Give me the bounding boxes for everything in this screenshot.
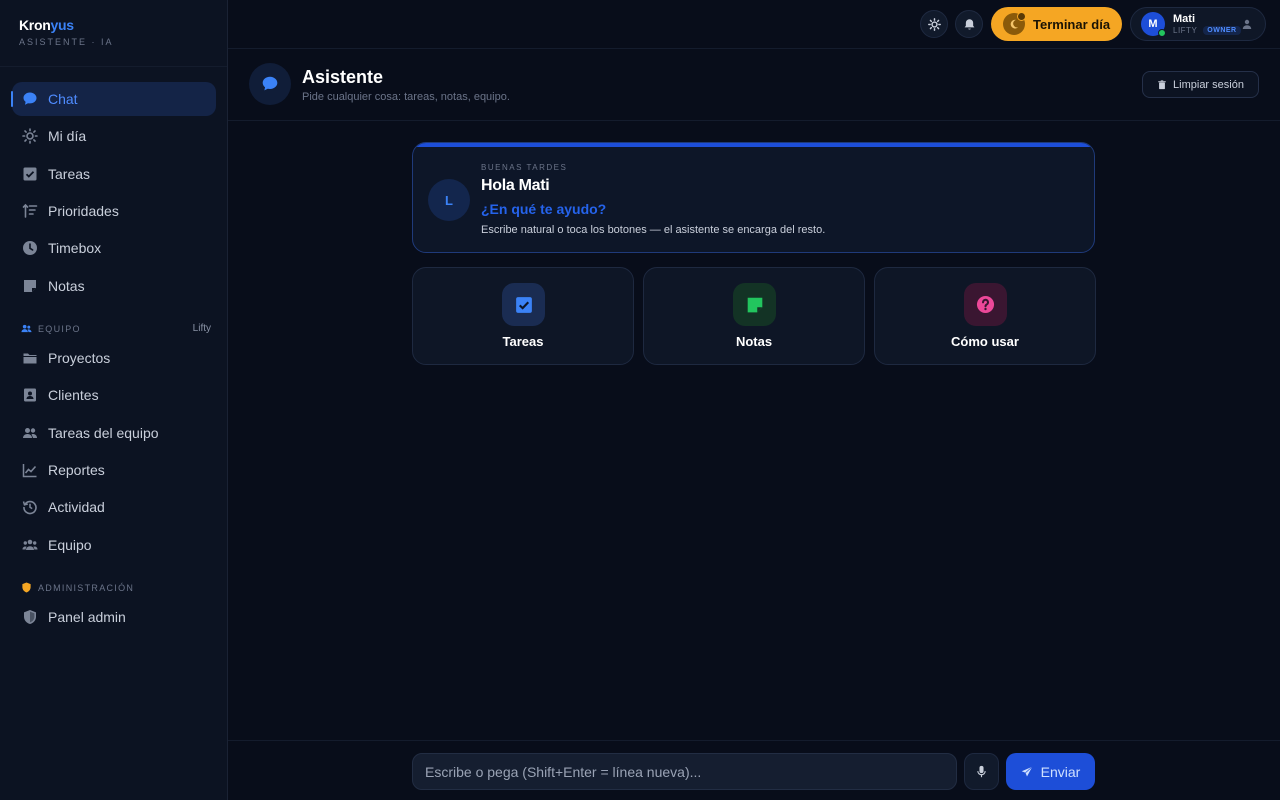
checkbox-icon <box>21 165 39 183</box>
greeting-title: Hola Mati <box>481 177 550 194</box>
sidebar-item-label: Timebox <box>48 240 102 256</box>
avatar: M <box>1141 12 1166 37</box>
quick-action-tareas[interactable]: Tareas <box>412 267 634 365</box>
quick-action-label: Cómo usar <box>951 334 1019 349</box>
composer: Enviar <box>228 740 1280 800</box>
sidebar-item-label: Tareas <box>48 166 91 182</box>
workspace-name: Lifty <box>192 323 211 334</box>
user-name: Mati <box>1173 13 1195 25</box>
section-label: ADMINISTRACIÓN <box>38 582 135 593</box>
chat-icon <box>21 90 39 108</box>
group-icon <box>21 536 39 554</box>
greeting-kicker: BUENAS TARDES <box>481 163 568 172</box>
theme-toggle-button[interactable] <box>920 10 948 38</box>
page-title: Asistente <box>302 67 384 87</box>
brand-logo[interactable]: Kronyus ASISTENTE · IA <box>19 17 114 47</box>
greeting-description: Escribe natural o toca los botones — el … <box>481 224 826 236</box>
chart-icon <box>21 461 39 479</box>
sidebar-item-label: Tareas del equipo <box>48 425 159 441</box>
bell-icon <box>963 18 976 31</box>
note-icon <box>733 283 776 326</box>
clock-icon <box>21 239 39 257</box>
team-icon <box>21 424 39 442</box>
page-subtitle: Pide cualquier cosa: tareas, notas, equi… <box>302 91 510 103</box>
greeting-question: ¿En qué te ayudo? <box>481 201 607 217</box>
brand-name: Kronyus <box>19 17 74 33</box>
sidebar-item-label: Prioridades <box>48 203 119 219</box>
microphone-button[interactable] <box>964 753 999 790</box>
sidebar-item-label: Proyectos <box>48 350 111 366</box>
send-icon <box>1021 765 1033 778</box>
priority-sort-icon <box>21 202 39 220</box>
user-org: LIFTY <box>1173 26 1198 35</box>
quick-action-label: Tareas <box>502 334 544 349</box>
send-button[interactable]: Enviar <box>1006 753 1095 790</box>
sidebar-item-clientes[interactable]: Clientes <box>12 378 216 412</box>
sidebar-item-panel-admin[interactable]: Panel admin <box>12 600 216 634</box>
sidebar: Kronyus ASISTENTE · IA Chat Mi día Tarea… <box>0 0 228 800</box>
sidebar-item-proyectos[interactable]: Proyectos <box>12 341 216 375</box>
admin-section-icon <box>21 582 32 593</box>
shield-icon <box>21 608 39 626</box>
sidebar-item-label: Mi día <box>48 128 87 144</box>
page-header: Asistente Pide cualquier cosa: tareas, n… <box>228 49 1280 121</box>
topbar: Terminar día M Mati LIFTY OWNER <box>228 0 1280 49</box>
chat-icon <box>249 63 291 105</box>
user-info: Mati LIFTY OWNER <box>1173 13 1241 35</box>
sun-icon <box>21 127 39 145</box>
section-equipo: EQUIPO Lifty <box>21 323 211 334</box>
quick-action-como-usar[interactable]: Cómo usar <box>874 267 1096 365</box>
sidebar-item-notas[interactable]: Notas <box>12 269 216 303</box>
microphone-icon <box>975 765 988 778</box>
sidebar-divider <box>0 66 227 67</box>
clear-session-label: Limpiar sesión <box>1173 78 1244 91</box>
quick-action-notas[interactable]: Notas <box>643 267 865 365</box>
section-administracion: ADMINISTRACIÓN <box>21 582 211 593</box>
sidebar-item-tareas-del-equipo[interactable]: Tareas del equipo <box>12 416 216 450</box>
end-day-button[interactable]: Terminar día <box>991 7 1122 41</box>
sidebar-item-label: Chat <box>48 91 78 107</box>
sun-icon <box>927 17 941 31</box>
end-day-label: Terminar día <box>1033 16 1111 32</box>
sidebar-item-reportes[interactable]: Reportes <box>12 453 216 487</box>
sidebar-item-label: Notas <box>48 278 85 294</box>
send-label: Enviar <box>1040 763 1081 780</box>
contacts-icon <box>21 386 39 404</box>
sidebar-item-actividad[interactable]: Actividad <box>12 490 216 524</box>
checkbox-icon <box>502 283 545 326</box>
message-input[interactable] <box>412 753 957 790</box>
quick-action-label: Notas <box>735 334 773 349</box>
note-icon <box>21 277 39 295</box>
sidebar-item-tareas[interactable]: Tareas <box>12 157 216 191</box>
history-icon <box>21 498 39 516</box>
clear-session-button[interactable]: Limpiar sesión <box>1142 71 1259 98</box>
sidebar-item-label: Actividad <box>48 499 105 515</box>
folder-icon <box>21 349 39 367</box>
user-meta: LIFTY OWNER <box>1173 26 1241 35</box>
sidebar-item-label: Equipo <box>48 537 92 553</box>
user-menu[interactable]: M Mati LIFTY OWNER <box>1130 7 1266 41</box>
notifications-button[interactable] <box>955 10 983 38</box>
sidebar-item-equipo[interactable]: Equipo <box>12 528 216 562</box>
assistant-avatar: L <box>428 179 470 221</box>
trash-icon <box>1157 79 1167 90</box>
role-badge: OWNER <box>1203 26 1241 35</box>
section-label: EQUIPO <box>38 323 81 334</box>
sidebar-item-chat[interactable]: Chat <box>11 82 216 116</box>
brand-subtitle: ASISTENTE · IA <box>19 37 114 47</box>
help-icon <box>964 283 1007 326</box>
person-icon <box>1241 18 1253 30</box>
sidebar-item-timebox[interactable]: Timebox <box>12 231 216 265</box>
sidebar-item-label: Reportes <box>48 462 105 478</box>
sidebar-item-label: Panel admin <box>48 609 126 625</box>
sidebar-item-label: Clientes <box>48 387 99 403</box>
sidebar-item-mi-dia[interactable]: Mi día <box>12 119 216 153</box>
welcome-card: L BUENAS TARDES Hola Mati ¿En qué te ayu… <box>412 142 1095 253</box>
moon-icon <box>1003 12 1026 35</box>
team-section-icon <box>21 323 32 334</box>
sidebar-item-prioridades[interactable]: Prioridades <box>12 194 216 228</box>
